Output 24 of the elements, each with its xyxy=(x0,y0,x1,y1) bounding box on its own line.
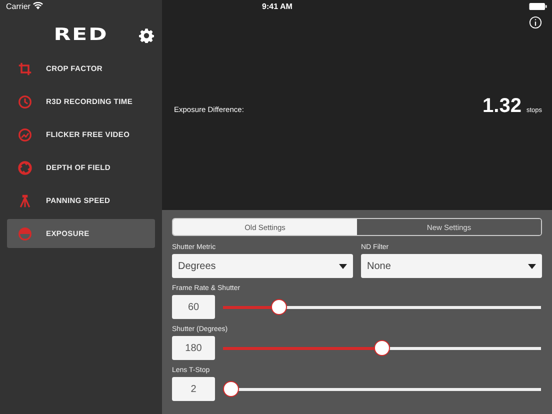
exposure-icon xyxy=(18,226,32,240)
dropdown[interactable]: None xyxy=(361,254,542,278)
slider-thumb[interactable] xyxy=(374,340,390,356)
battery-icon xyxy=(529,3,547,10)
caret-icon xyxy=(339,264,347,268)
slider-thumb[interactable] xyxy=(271,299,288,315)
crop-icon xyxy=(18,62,32,76)
gauge-icon xyxy=(18,128,32,142)
carrier-name: Carrier xyxy=(6,2,30,10)
settings-icon[interactable] xyxy=(139,28,154,42)
logo: RED xyxy=(54,25,108,45)
info-icon[interactable] xyxy=(529,16,542,29)
value-field[interactable]: 60 xyxy=(172,295,215,319)
clock-time: 9:41 AM xyxy=(262,2,292,10)
tripod-icon xyxy=(18,194,32,208)
value-field[interactable]: 180 xyxy=(172,336,215,360)
slider-thumb[interactable] xyxy=(223,381,239,397)
aperture-icon xyxy=(18,160,32,174)
caret-icon xyxy=(528,264,536,268)
dropdown[interactable]: Degrees xyxy=(172,254,353,278)
value-field[interactable]: 2 xyxy=(172,377,215,401)
wifi-icon xyxy=(33,2,44,10)
result-value: 1.32 xyxy=(482,95,522,118)
clock-icon xyxy=(18,94,32,108)
